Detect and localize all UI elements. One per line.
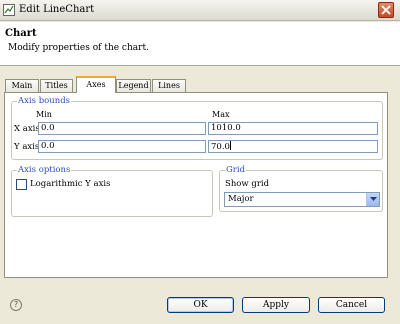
axis-options-group: Axis options Logarithmic Y axis: [11, 165, 213, 217]
show-grid-select[interactable]: Major: [224, 192, 380, 207]
axes-tab-panel: Axis bounds Min Max X axis 0.0 1010.0 Y …: [4, 92, 388, 278]
close-button[interactable]: [378, 2, 394, 18]
text-cursor: [229, 141, 231, 150]
min-column-label: Min: [36, 110, 52, 119]
tab-axes[interactable]: Axes: [76, 76, 116, 93]
axis-bounds-group: Axis bounds Min Max X axis 0.0 1010.0 Y …: [11, 96, 383, 160]
window-title: Edit LineChart: [19, 4, 95, 15]
axis-options-legend: Axis options: [17, 165, 72, 175]
y-axis-min-field[interactable]: 0.0: [38, 140, 206, 153]
header-title: Chart: [5, 28, 37, 39]
chart-icon: [3, 4, 15, 16]
axis-bounds-legend: Axis bounds: [17, 96, 72, 106]
grid-group: Grid Show grid Major: [219, 165, 383, 212]
log-y-axis-checkbox[interactable]: [16, 179, 27, 190]
help-icon[interactable]: ?: [10, 299, 22, 311]
tab-legend[interactable]: Legend: [116, 79, 151, 92]
y-axis-max-value: 70.0: [211, 142, 230, 152]
dialog-header: Chart Modify properties of the chart.: [0, 22, 400, 66]
x-axis-label: X axis: [14, 124, 40, 134]
y-axis-label: Y axis: [14, 142, 40, 152]
x-axis-max-field[interactable]: 1010.0: [208, 122, 378, 135]
x-axis-min-field[interactable]: 0.0: [38, 122, 206, 135]
tab-titles[interactable]: Titles: [40, 79, 73, 92]
header-description: Modify properties of the chart.: [8, 43, 149, 53]
apply-button[interactable]: Apply: [242, 297, 310, 313]
show-grid-value: Major: [228, 194, 254, 204]
max-column-label: Max: [212, 110, 230, 119]
show-grid-label: Show grid: [225, 179, 270, 189]
log-y-axis-label[interactable]: Logarithmic Y axis: [30, 179, 110, 189]
tab-lines[interactable]: Lines: [152, 79, 186, 92]
title-bar[interactable]: Edit LineChart: [0, 0, 400, 21]
close-icon: [381, 5, 391, 15]
y-axis-max-field[interactable]: 70.0: [208, 140, 378, 153]
grid-legend: Grid: [225, 165, 247, 175]
chevron-down-icon[interactable]: [366, 193, 379, 206]
cancel-button[interactable]: Cancel: [318, 297, 385, 313]
edit-linechart-dialog: Edit LineChart Chart Modify properties o…: [0, 0, 400, 324]
tab-main[interactable]: Main: [5, 79, 39, 92]
ok-button[interactable]: OK: [167, 297, 234, 313]
